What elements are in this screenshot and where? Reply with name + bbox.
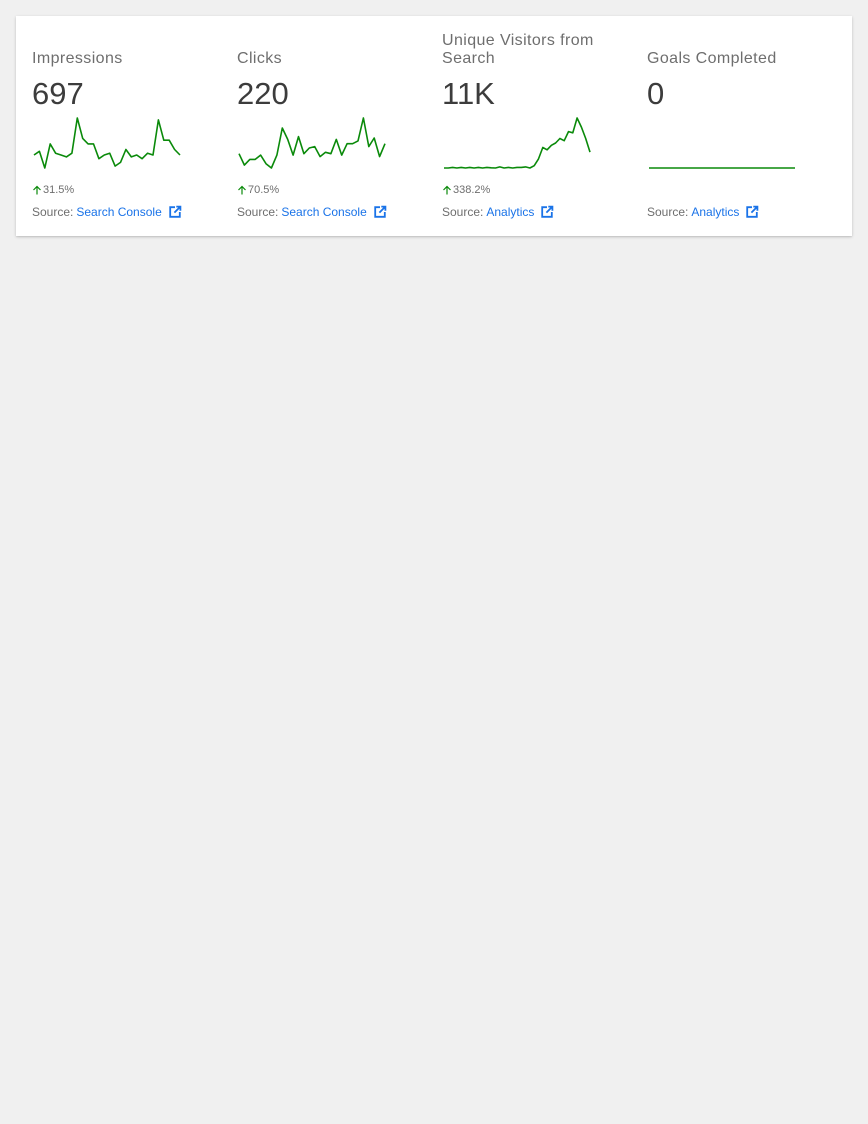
source-link-label: Search Console	[76, 205, 162, 219]
source-link-analytics[interactable]: Analytics	[691, 205, 759, 219]
sparkline-chart	[444, 117, 591, 169]
tile-value: 11K	[442, 76, 495, 111]
source-line: Source: Analytics	[647, 205, 759, 219]
sparkline-chart	[649, 167, 795, 169]
tile-clicks: Clicks 220 70.5% Source: Search Console	[237, 16, 427, 236]
change-indicator: 31.5%	[32, 183, 74, 197]
sparkline-series	[238, 117, 386, 169]
tile-value: 220	[237, 76, 289, 111]
change-indicator: 70.5%	[237, 183, 279, 197]
source-link-analytics[interactable]: Analytics	[486, 205, 554, 219]
source-link-label: Analytics	[486, 205, 535, 219]
sparkline-series	[33, 117, 181, 169]
sparkline-chart	[33, 117, 181, 169]
tile-title: Impressions	[32, 50, 123, 67]
change-value: 31.5%	[43, 184, 75, 196]
external-link-icon	[541, 205, 554, 218]
change-value: 70.5%	[248, 184, 280, 196]
arrow-up-icon	[443, 185, 451, 195]
tile-impressions: Impressions 697 31.5% Source: Search Con…	[32, 16, 222, 236]
source-line: Source: Analytics	[442, 205, 554, 219]
search-funnel-card: Impressions 697 31.5% Source: Search Con…	[16, 16, 852, 236]
change-indicator: 338.2%	[442, 183, 490, 197]
tile-value: 697	[32, 76, 84, 111]
source-label: Source:	[647, 205, 689, 219]
tile-unique-visitors: Unique Visitors from Search 11K 338.2% S…	[442, 16, 632, 236]
tile-title: Clicks	[237, 50, 283, 67]
external-link-icon	[374, 205, 387, 218]
source-link-search-console[interactable]: Search Console	[281, 205, 387, 219]
source-line: Source: Search Console	[237, 205, 387, 219]
source-label: Source:	[442, 205, 484, 219]
source-line: Source: Search Console	[32, 205, 182, 219]
tile-goals-completed: Goals Completed 0 Source: Analytics	[647, 16, 837, 236]
tile-value: 0	[647, 76, 665, 111]
source-label: Source:	[32, 205, 74, 219]
source-link-label: Analytics	[691, 205, 740, 219]
tile-title: Goals Completed	[647, 50, 777, 67]
tile-title: Unique Visitors from Search	[442, 32, 594, 67]
external-link-icon	[169, 205, 182, 218]
arrow-up-icon	[238, 185, 246, 195]
sparkline-series	[444, 117, 591, 169]
change-value: 338.2%	[453, 184, 491, 196]
external-link-icon	[746, 205, 759, 218]
source-label: Source:	[237, 205, 279, 219]
source-link-search-console[interactable]: Search Console	[76, 205, 182, 219]
sparkline-chart	[238, 117, 386, 169]
arrow-up-icon	[33, 185, 41, 195]
source-link-label: Search Console	[281, 205, 367, 219]
